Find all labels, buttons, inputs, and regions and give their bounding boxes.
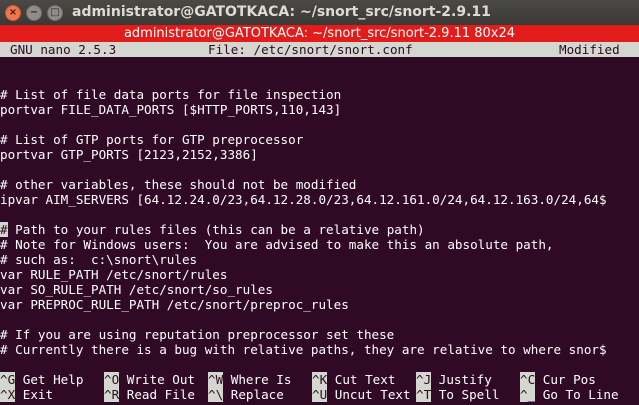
minimize-icon: −	[29, 7, 39, 18]
text-cursor: #	[0, 222, 8, 237]
shortcut-go-to-line[interactable]: ^_ Go To Line	[520, 387, 619, 402]
window-titlebar[interactable]: × − □ administrator@GATOTKACA: ~/snort_s…	[0, 0, 639, 25]
editor-line-text: Path to your rules files (this can be a …	[7, 222, 425, 237]
shortcut-get-help[interactable]: ^G Get Help	[0, 372, 83, 387]
terminal-screen[interactable]: GNU nano 2.5.3 File: /etc/snort/snort.co…	[0, 42, 639, 405]
terminal-title-bar: administrator@GATOTKACA: ~/snort_src/sno…	[0, 25, 639, 42]
editor-line-current[interactable]: # Path to your rules files (this can be …	[0, 222, 425, 237]
terminal-window: × − □ administrator@GATOTKACA: ~/snort_s…	[0, 0, 639, 405]
editor-line[interactable]: var SO_RULE_PATH /etc/snort/so_rules	[0, 282, 273, 297]
maximize-window-button[interactable]: □	[47, 5, 63, 21]
shortcut-bar-2: ^X Exit ^R Read File ^\ Replace ^U Uncut…	[0, 387, 639, 402]
nano-filename: File: /etc/snort/snort.conf	[208, 42, 413, 57]
editor-line[interactable]: ipvar AIM_SERVERS [64.12.24.0/23,64.12.2…	[0, 192, 607, 207]
nano-version: GNU nano 2.5.3	[10, 42, 117, 57]
editor-line[interactable]: # Note for Windows users: You are advise…	[0, 237, 554, 252]
shortcut-cut-text[interactable]: ^K Cut Text	[312, 372, 395, 387]
maximize-icon: □	[50, 7, 60, 18]
shortcut-read-file[interactable]: ^R Read File	[104, 387, 195, 402]
shortcut-uncut-text[interactable]: ^U Uncut Text	[312, 387, 411, 402]
editor-line[interactable]: # other variables, these should not be m…	[0, 177, 356, 192]
shortcut-write-out[interactable]: ^O Write Out	[104, 372, 195, 387]
shortcut-justify[interactable]: ^J Justify	[416, 372, 492, 387]
editor-line[interactable]: # If you are using reputation preprocess…	[0, 327, 394, 342]
window-title: administrator@GATOTKACA: ~/snort_src/sno…	[72, 4, 491, 20]
editor-line[interactable]: var RULE_PATH /etc/snort/rules	[0, 267, 227, 282]
editor-line[interactable]: # such as: c:\snort\rules	[0, 252, 197, 267]
editor-line[interactable]: # Currently there is a bug with relative…	[0, 342, 607, 357]
shortcut-exit[interactable]: ^X Exit	[0, 387, 53, 402]
nano-modified-status: Modified	[559, 42, 620, 57]
shortcut-cur-pos[interactable]: ^C Cur Pos	[520, 372, 596, 387]
nano-header-bar: GNU nano 2.5.3 File: /etc/snort/snort.co…	[0, 42, 639, 57]
shortcut-to-spell[interactable]: ^T To Spell	[416, 387, 499, 402]
editor-line[interactable]: portvar FILE_DATA_PORTS [$HTTP_PORTS,110…	[0, 102, 341, 117]
minimize-window-button[interactable]: −	[26, 5, 42, 21]
close-icon: ×	[8, 7, 18, 18]
editor-line[interactable]: # List of GTP ports for GTP preprocessor	[0, 132, 303, 147]
editor-line[interactable]: portvar GTP_PORTS [2123,2152,3386]	[0, 147, 258, 162]
close-window-button[interactable]: ×	[5, 5, 21, 21]
shortcut-replace[interactable]: ^\ Replace	[208, 387, 284, 402]
editor-line[interactable]: var PREPROC_RULE_PATH /etc/snort/preproc…	[0, 297, 349, 312]
shortcut-bar-1: ^G Get Help ^O Write Out ^W Where Is ^K …	[0, 372, 639, 387]
editor-line[interactable]: # List of file data ports for file inspe…	[0, 87, 341, 102]
shortcut-where-is[interactable]: ^W Where Is	[208, 372, 291, 387]
